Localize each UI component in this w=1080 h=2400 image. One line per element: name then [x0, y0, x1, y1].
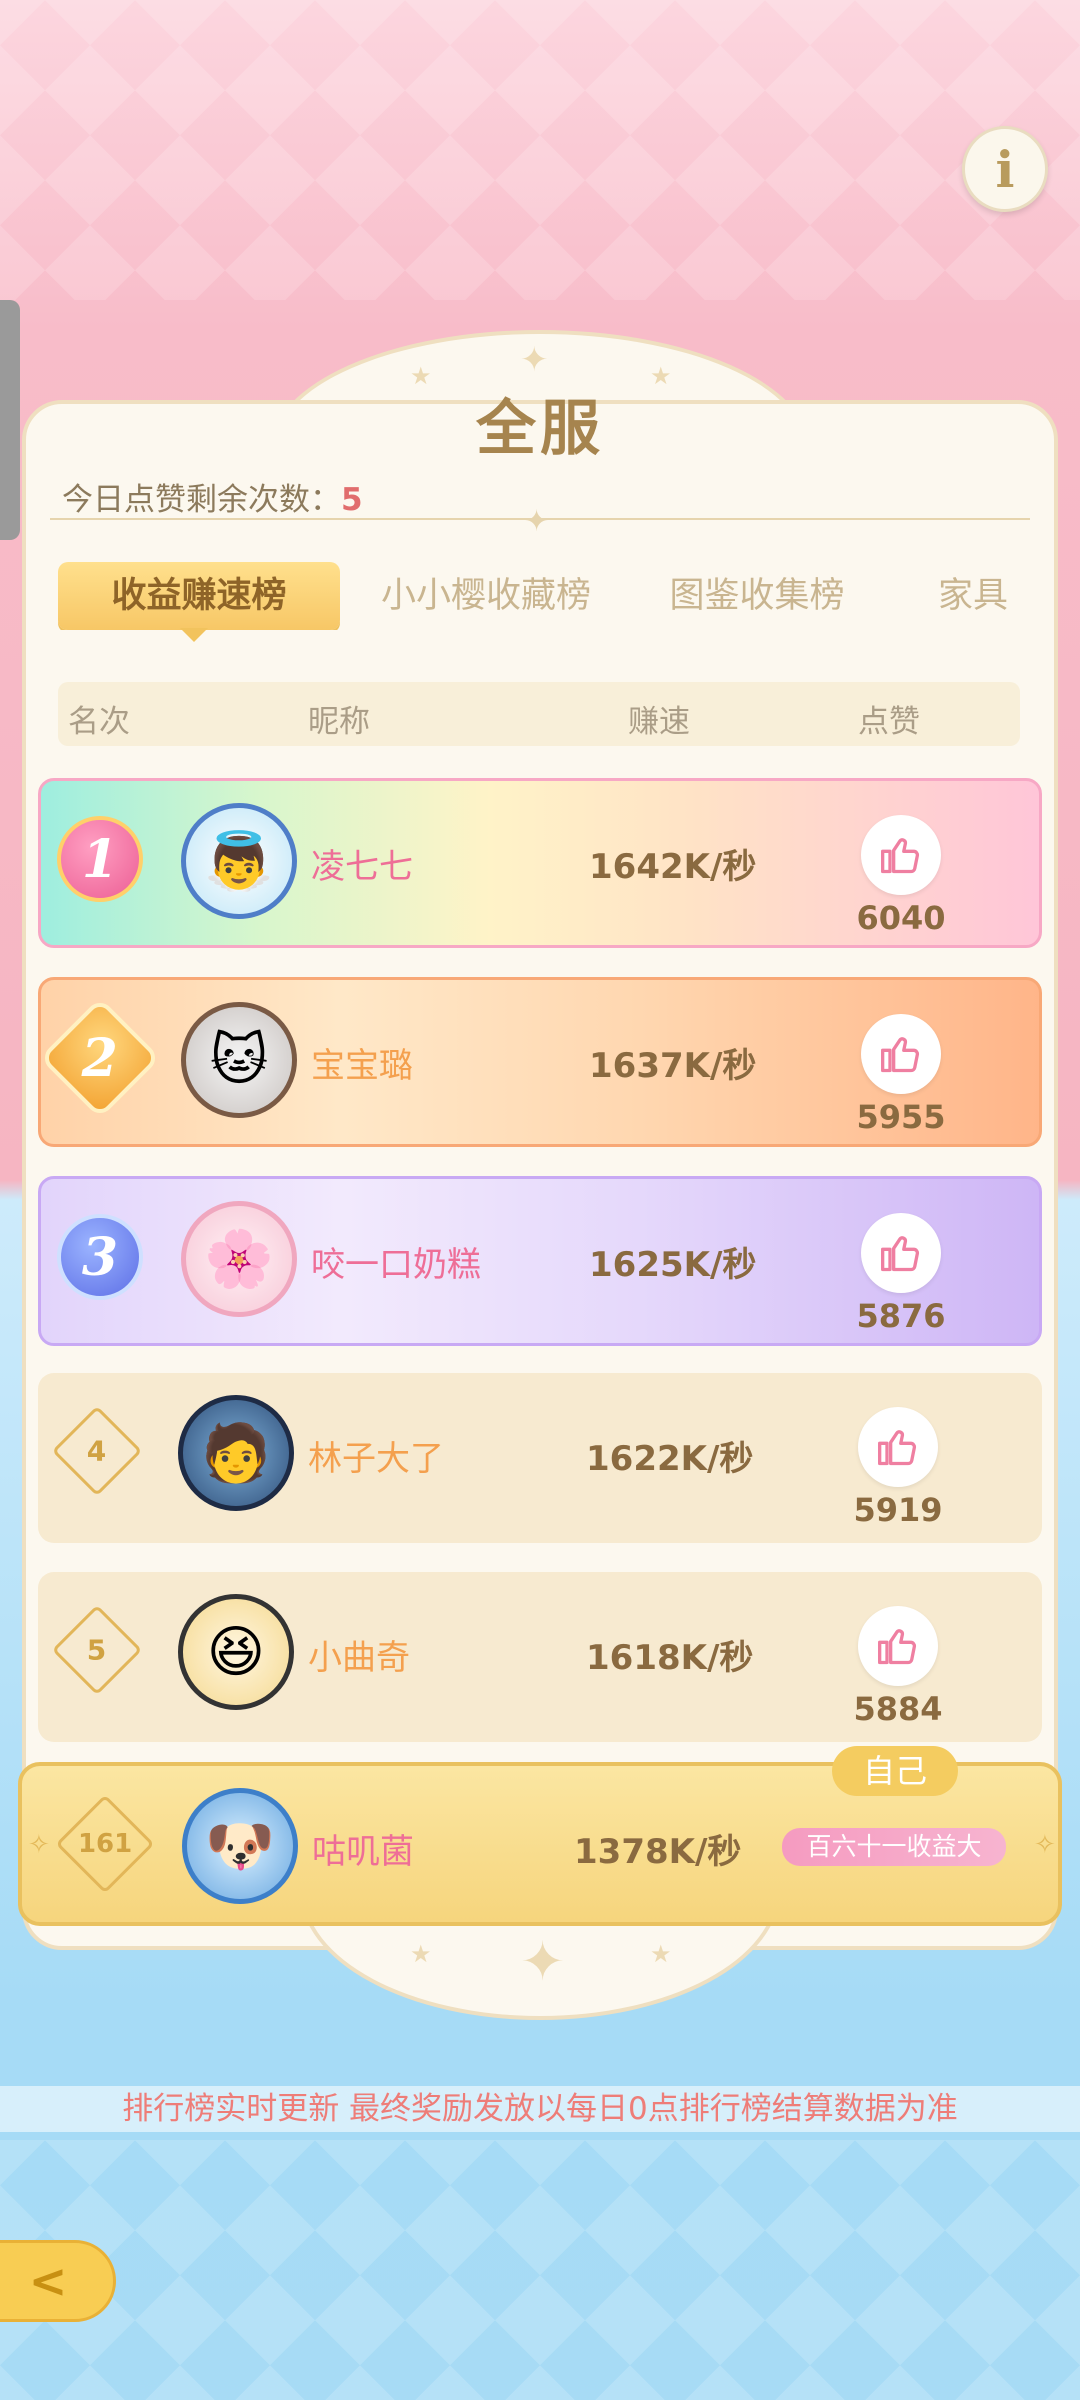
- rank-medal-silver: 2: [39, 997, 161, 1119]
- rank-badge: 161: [55, 1794, 155, 1894]
- column-nickname: 昵称: [308, 704, 370, 740]
- rank-medal-gold: 1: [55, 809, 145, 909]
- table-row: 5 😆 小曲奇 1618K/秒 5884: [38, 1572, 1042, 1742]
- rank-badge: 5: [51, 1600, 143, 1700]
- thumbs-up-icon: [881, 838, 920, 874]
- column-header: 名次 昵称 赚速 点赞: [58, 682, 1020, 746]
- rank-number: 1: [81, 828, 119, 890]
- background-pattern-top: [0, 0, 1080, 300]
- likes-remaining-label: 今日点赞剩余次数：: [62, 482, 341, 518]
- table-row: 1 👼 凌七七 1642K/秒 6040: [38, 778, 1042, 948]
- active-tab-pointer: [180, 628, 208, 642]
- self-title-badge: 百六十一收益大: [782, 1828, 1006, 1866]
- avatar-icon: 🌸: [204, 1227, 274, 1292]
- thumbs-up-icon: [878, 1629, 917, 1665]
- star-decoration-icon: ✦: [520, 1930, 566, 1993]
- player-nickname: 小曲奇: [308, 1638, 410, 1678]
- likes-remaining-value: 5: [341, 482, 363, 518]
- avatar[interactable]: 🌸: [181, 1201, 297, 1317]
- back-arrow-icon: <: [28, 2254, 68, 2308]
- avatar-icon: 😆: [206, 1619, 266, 1685]
- player-nickname: 宝宝璐: [311, 1046, 413, 1086]
- player-nickname: 咬一口奶糕: [311, 1245, 481, 1285]
- tab-sakura-collection[interactable]: 小小樱收藏榜: [354, 562, 618, 630]
- like-count: 5884: [853, 1690, 943, 1728]
- earn-speed: 1625K/秒: [589, 1245, 757, 1285]
- rank-medal-bronze: 3: [55, 1207, 145, 1307]
- likes-remaining: 今日点赞剩余次数：5: [62, 474, 363, 519]
- divider-star-icon: ✦: [524, 504, 550, 539]
- like-button[interactable]: [861, 1014, 941, 1094]
- avatar[interactable]: 🐱: [181, 1002, 297, 1118]
- avatar[interactable]: 🧑: [178, 1395, 294, 1511]
- avatar-icon: 👼: [204, 829, 274, 894]
- avatar[interactable]: 😆: [178, 1594, 294, 1710]
- earn-speed: 1618K/秒: [586, 1638, 754, 1678]
- earn-speed: 1637K/秒: [589, 1046, 757, 1086]
- avatar[interactable]: 👼: [181, 803, 297, 919]
- avatar-icon: 🐶: [205, 1814, 275, 1879]
- like-count: 6040: [856, 899, 946, 937]
- table-row: 3 🌸 咬一口奶糕 1625K/秒 5876: [38, 1176, 1042, 1346]
- tab-catalog-collection[interactable]: 图鉴收集榜: [644, 562, 870, 630]
- rank-number: 4: [87, 1434, 107, 1468]
- column-speed: 赚速: [628, 704, 690, 740]
- column-rank: 名次: [68, 704, 130, 740]
- like-button[interactable]: [861, 815, 941, 895]
- rank-badge: 4: [51, 1401, 143, 1501]
- earn-speed: 1378K/秒: [574, 1832, 742, 1872]
- like-count: 5955: [856, 1098, 946, 1136]
- tab-income-speed[interactable]: 收益赚速榜: [58, 562, 340, 630]
- star-decoration-icon: ✦: [520, 340, 549, 380]
- star-decoration-icon: ★: [410, 1940, 432, 1968]
- table-row: 4 🧑 林子大了 1622K/秒 5919: [38, 1373, 1042, 1543]
- earn-speed: 1642K/秒: [589, 847, 757, 887]
- thumbs-up-icon: [878, 1430, 917, 1466]
- player-nickname: 咕叽菌: [312, 1832, 414, 1872]
- earn-speed: 1622K/秒: [586, 1439, 754, 1479]
- settlement-notice: 排行榜实时更新 最终奖励发放以每日0点排行榜结算数据为准: [0, 2086, 1080, 2132]
- thumbs-up-icon: [881, 1037, 920, 1073]
- thumbs-up-icon: [881, 1236, 920, 1272]
- tab-furniture[interactable]: 家具: [938, 562, 1028, 630]
- background-pattern-bottom: [0, 2140, 1080, 2400]
- sparkle-left-icon: ✧: [28, 1830, 50, 1860]
- info-icon: i: [995, 139, 1015, 199]
- player-nickname: 林子大了: [308, 1439, 444, 1479]
- like-count: 5876: [856, 1297, 946, 1335]
- sparkle-right-icon: ✧: [1034, 1830, 1056, 1860]
- like-count: 5919: [853, 1491, 943, 1529]
- column-likes: 点赞: [858, 704, 920, 740]
- back-button[interactable]: <: [0, 2240, 116, 2322]
- self-row: ✧ ✧ 自己 161 🐶 咕叽菌 1378K/秒 百六十一收益大: [18, 1746, 1062, 1926]
- avatar-icon: 🧑: [201, 1421, 271, 1486]
- self-tag: 自己: [832, 1746, 958, 1796]
- tab-bar: 收益赚速榜 小小樱收藏榜 图鉴收集榜 家具: [58, 562, 1028, 630]
- rank-number: 5: [87, 1633, 107, 1667]
- rank-number: 2: [81, 1027, 119, 1089]
- star-decoration-icon: ★: [650, 1940, 672, 1968]
- like-button[interactable]: [858, 1606, 938, 1686]
- rank-number: 161: [77, 1829, 133, 1859]
- like-button[interactable]: [858, 1407, 938, 1487]
- table-row: 2 🐱 宝宝璐 1637K/秒 5955: [38, 977, 1042, 1147]
- avatar-icon: 🐱: [209, 1027, 269, 1093]
- avatar[interactable]: 🐶: [182, 1788, 298, 1904]
- rank-number: 3: [81, 1226, 119, 1288]
- player-nickname: 凌七七: [311, 847, 413, 887]
- panel-title: 全服: [476, 394, 604, 464]
- like-button[interactable]: [861, 1213, 941, 1293]
- info-button[interactable]: i: [962, 126, 1048, 212]
